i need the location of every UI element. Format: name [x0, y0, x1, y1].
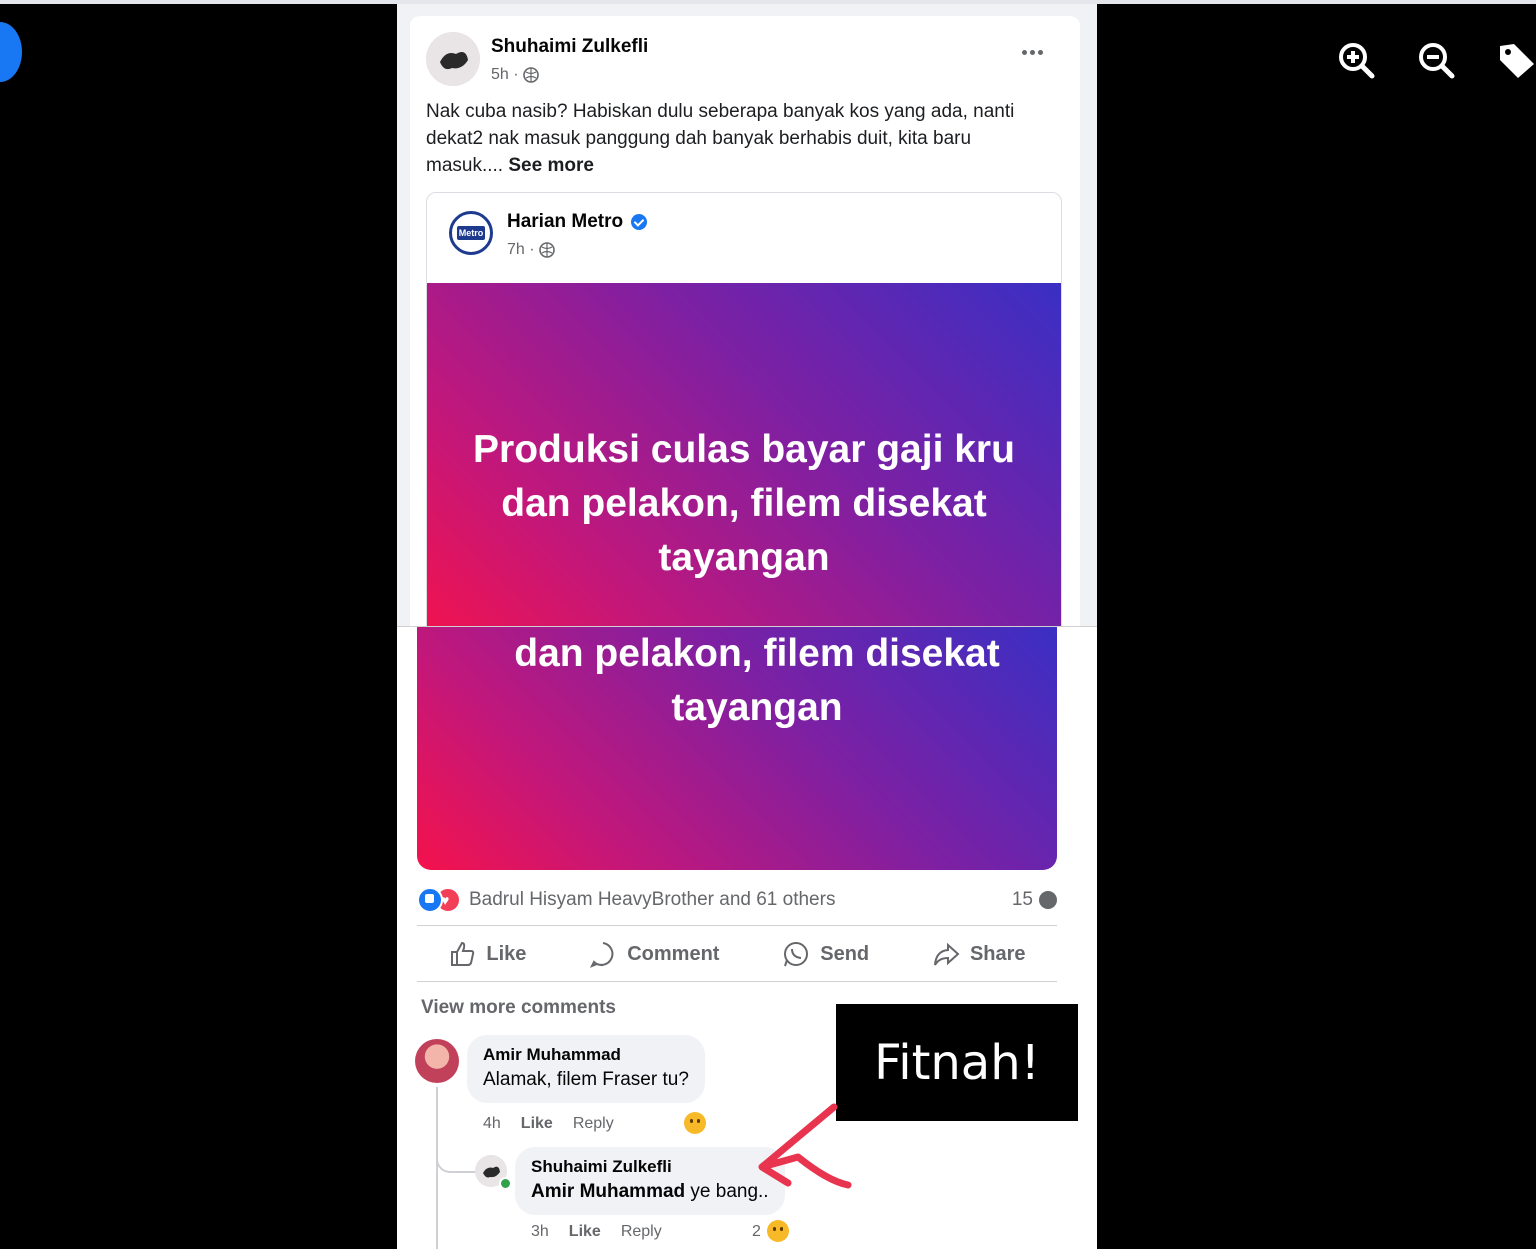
- annotation-arrow-icon: [758, 1103, 852, 1189]
- reply-mention[interactable]: Amir Muhammad: [531, 1181, 685, 1202]
- reply-author-name[interactable]: Shuhaimi Zulkefli: [531, 1157, 769, 1177]
- comment-text: Alamak, filem Fraser tu?: [483, 1069, 689, 1090]
- globe-icon: [538, 242, 555, 258]
- comment-count[interactable]: 15: [1012, 889, 1057, 911]
- thread-line: [436, 1087, 438, 1249]
- shared-page-name[interactable]: Harian Metro: [507, 211, 648, 233]
- comment-bubble-icon: [1039, 891, 1057, 909]
- whatsapp-icon: [784, 942, 809, 967]
- like-label: Like: [486, 942, 527, 965]
- shared-meta: 7h ·: [507, 241, 555, 259]
- more-options-icon[interactable]: [1022, 42, 1046, 62]
- reaction-names[interactable]: Badrul Hisyam HeavyBrother and 61 others: [469, 889, 835, 911]
- send-button[interactable]: Send: [782, 940, 869, 968]
- post-time[interactable]: 5h ·: [491, 66, 519, 84]
- comment-bubble: Amir Muhammad Alamak, filem Fraser tu?: [467, 1035, 705, 1103]
- comment-label: Comment: [627, 942, 720, 965]
- comment-button[interactable]: Comment: [589, 940, 719, 968]
- separator: [417, 925, 1057, 926]
- post-meta: 5h ·: [491, 66, 539, 84]
- post-author-name[interactable]: Shuhaimi Zulkefli: [491, 36, 648, 58]
- tag-icon[interactable]: [1496, 40, 1536, 80]
- headline-banner[interactable]: Produksi culas bayar gaji kru dan pelako…: [427, 283, 1061, 626]
- reply-time[interactable]: 3h: [531, 1223, 549, 1241]
- sad-emoji-icon[interactable]: [684, 1112, 706, 1134]
- post-text: Nak cuba nasib? Habiskan dulu seberapa b…: [426, 98, 1046, 179]
- action-bar: Like Comment Send Share: [417, 932, 1057, 976]
- reply-like-button[interactable]: Like: [569, 1223, 601, 1241]
- view-more-comments-link[interactable]: View more comments: [421, 997, 616, 1019]
- headline-banner-lower[interactable]: dan pelakon, filem disekat tayangan: [417, 627, 1057, 870]
- verified-badge-icon: [631, 214, 648, 230]
- online-status-dot: [499, 1177, 512, 1190]
- page-name-text: Harian Metro: [507, 211, 624, 232]
- reaction-count-value: 2: [752, 1223, 761, 1240]
- zoom-in-icon[interactable]: [1336, 40, 1376, 80]
- comment-reply-button[interactable]: Reply: [573, 1115, 614, 1133]
- thumbs-up-icon: [451, 941, 475, 966]
- share-label: Share: [969, 942, 1026, 965]
- headline-text: Produksi culas bayar gaji kru dan pelako…: [473, 428, 1015, 579]
- reply-bubble: Shuhaimi Zulkefli Amir Muhammad ye bang.…: [515, 1147, 785, 1215]
- thread-connector: [436, 1127, 476, 1173]
- annotation-label: Fitnah!: [836, 1004, 1078, 1121]
- shared-post[interactable]: Metro Harian Metro 7h · Produksi culas b…: [426, 192, 1062, 626]
- shared-time[interactable]: 7h ·: [507, 241, 535, 259]
- globe-icon: [522, 67, 539, 83]
- post-screenshot-bottom: dan pelakon, filem disekat tayangan Badr…: [397, 627, 1097, 1249]
- share-icon: [933, 942, 960, 966]
- post-card: Shuhaimi Zulkefli 5h · Nak cuba nasib? H…: [410, 16, 1080, 626]
- logo-text: Metro: [457, 226, 485, 240]
- see-more-link[interactable]: See more: [508, 155, 594, 176]
- post-screenshot-top: Shuhaimi Zulkefli 5h · Nak cuba nasib? H…: [397, 4, 1097, 626]
- like-reaction-icon: [417, 887, 443, 913]
- comment-icon: [590, 942, 614, 968]
- commenter-avatar[interactable]: [415, 1039, 459, 1083]
- commenter-name[interactable]: Amir Muhammad: [483, 1045, 689, 1065]
- comment-meta: 4h Like Reply: [483, 1115, 614, 1133]
- sad-emoji-icon[interactable]: [767, 1220, 789, 1242]
- zoom-out-icon[interactable]: [1416, 40, 1456, 80]
- share-button[interactable]: Share: [932, 940, 1026, 968]
- reply-text: Amir Muhammad ye bang..: [531, 1181, 769, 1203]
- like-button[interactable]: Like: [448, 940, 526, 968]
- headline-text-lower: dan pelakon, filem disekat tayangan: [514, 632, 1000, 729]
- facebook-logo[interactable]: [0, 22, 22, 82]
- reply-meta: 3h Like Reply: [531, 1223, 662, 1241]
- separator: [417, 981, 1057, 982]
- send-label: Send: [820, 942, 870, 965]
- harian-metro-logo[interactable]: Metro: [449, 211, 493, 255]
- reply-reaction-count[interactable]: 2: [752, 1223, 761, 1241]
- author-avatar[interactable]: [426, 32, 480, 86]
- reactions-bar: Badrul Hisyam HeavyBrother and 61 others…: [417, 885, 1057, 915]
- reply-reply-button[interactable]: Reply: [621, 1223, 662, 1241]
- comment-count-value: 15: [1011, 889, 1033, 910]
- comment-like-button[interactable]: Like: [521, 1115, 553, 1133]
- comment-time[interactable]: 4h: [483, 1115, 501, 1133]
